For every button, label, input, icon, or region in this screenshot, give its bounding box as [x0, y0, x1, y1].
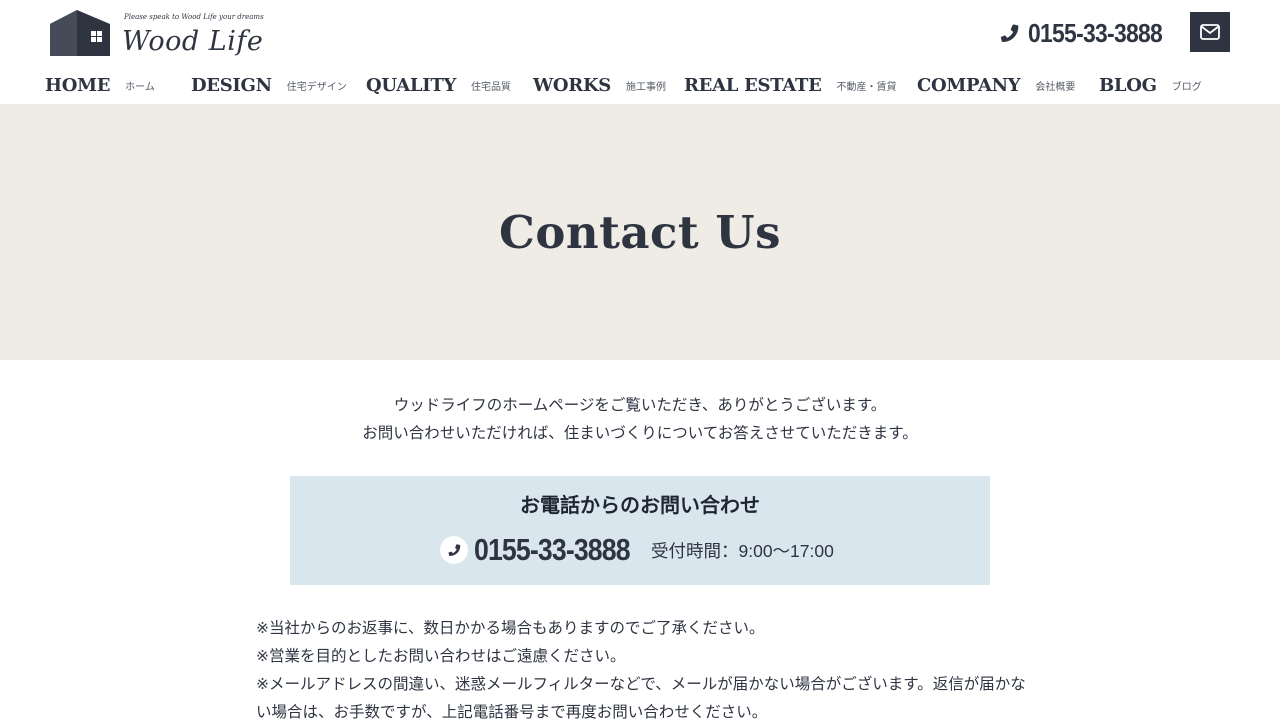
business-hours: 受付時間：9:00〜17:00 [651, 540, 834, 561]
envelope-icon [1200, 24, 1220, 40]
phone-icon [1000, 24, 1019, 42]
nav-item-company[interactable]: COMPANY 会社概要 [917, 70, 1075, 100]
site-header: Please speak to Wood Life your dreams Wo… [0, 0, 1280, 104]
nav-item-sublabel: ブログ [1171, 81, 1202, 93]
nav-item-sublabel: ホーム [125, 81, 155, 93]
main-nav: HOME ホーム DESIGN 住宅デザイン QUALITY 住宅品質 WORK… [0, 70, 1280, 100]
nav-item-real-estate[interactable]: REAL ESTATE 不動産・賃貸 [684, 70, 897, 100]
phone-contact-row: 0155-33-3888 受付時間：9:00〜17:00 [440, 532, 834, 568]
nav-item-works[interactable]: WORKS 施工事例 [533, 70, 666, 100]
nav-item-label: HOME [45, 74, 111, 96]
nav-item-sublabel: 住宅品質 [471, 81, 512, 93]
nav-item-sublabel: 不動産・賃貸 [836, 81, 897, 93]
nav-item-quality[interactable]: QUALITY 住宅品質 [366, 70, 511, 100]
contact-notes: ※当社からのお返事に、数日かかる場合もありますのでご了承ください。 ※営業を目的… [256, 615, 1036, 720]
nav-item-home[interactable]: HOME ホーム [45, 70, 155, 100]
nav-item-sublabel: 会社概要 [1035, 81, 1076, 93]
nav-item-design[interactable]: DESIGN 住宅デザイン [191, 70, 347, 100]
house-logo-icon [50, 10, 110, 56]
note-item: ※当社からのお返事に、数日かかる場合もありますのでご了承ください。 [256, 620, 765, 637]
nav-item-label: WORKS [533, 74, 611, 96]
nav-item-blog[interactable]: BLOG ブログ [1099, 70, 1202, 100]
header-phone-link[interactable]: 0155-33-3888 [997, 16, 1180, 50]
note-item: ※メールアドレスの間違い、迷惑メールフィルターなどで、メールが届かない場合がござ… [256, 676, 1026, 720]
intro-text: ウッドライフのホームページをご覧いただき、ありがとうございます。 お問い合わせい… [0, 392, 1280, 448]
page-title: Contact Us [499, 205, 781, 259]
page-hero: Contact Us [0, 104, 1280, 360]
logo-wordmark: Wood Life [122, 26, 264, 57]
mail-button[interactable] [1190, 12, 1230, 52]
note-item: ※営業を目的としたお問い合わせはご遠慮ください。 [256, 648, 626, 665]
header-phone-number: 0155-33-3888 [1028, 17, 1163, 48]
nav-item-label: COMPANY [917, 74, 1021, 96]
phone-icon [440, 536, 468, 564]
nav-item-label: DESIGN [191, 74, 272, 96]
intro-line: お問い合わせいただければ、住まいづくりについてお答えさせていただきます。 [362, 425, 918, 442]
phone-number-link[interactable]: 0155-33-3888 [474, 532, 631, 568]
nav-item-sublabel: 住宅デザイン [286, 81, 347, 93]
intro-line: ウッドライフのホームページをご覧いただき、ありがとうございます。 [393, 397, 887, 414]
phone-contact-box: お電話からのお問い合わせ 0155-33-3888 受付時間：9:00〜17:0… [290, 476, 990, 585]
logo-tagline: Please speak to Wood Life your dreams [124, 13, 264, 21]
nav-item-label: QUALITY [366, 74, 457, 96]
nav-item-label: BLOG [1099, 74, 1157, 96]
nav-item-label: REAL ESTATE [684, 74, 822, 96]
phone-contact-title: お電話からのお問い合わせ [520, 495, 760, 517]
nav-item-sublabel: 施工事例 [626, 81, 666, 93]
